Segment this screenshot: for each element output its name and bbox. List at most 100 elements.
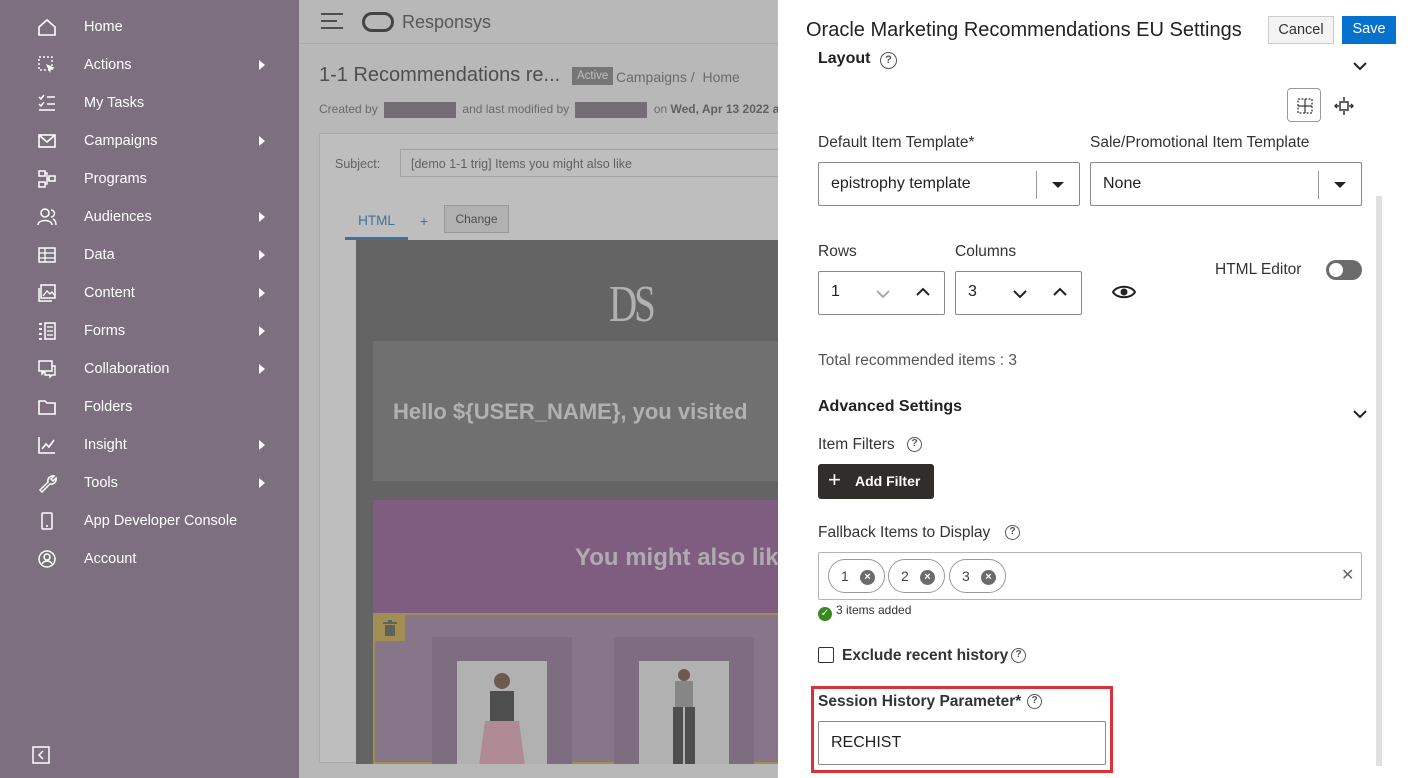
- toggle-knob: [1329, 263, 1343, 277]
- sidebar-item-label: My Tasks: [84, 95, 145, 111]
- sidebar-item-my-tasks[interactable]: My Tasks: [0, 84, 299, 122]
- home-icon: [38, 18, 56, 36]
- default-item-template-select[interactable]: epistrophy template: [818, 162, 1080, 206]
- sidebar-item-programs[interactable]: Programs: [0, 160, 299, 198]
- layout-heading: Layout: [818, 50, 871, 67]
- chevron-down-icon[interactable]: [1012, 288, 1028, 300]
- save-button[interactable]: Save: [1342, 16, 1396, 44]
- table-icon: [38, 247, 56, 263]
- remove-chip-icon[interactable]: ×: [981, 570, 996, 585]
- chevron-right-icon: [259, 212, 265, 222]
- html-editor-label: HTML Editor: [1215, 261, 1302, 278]
- sidebar-item-label: Actions: [84, 57, 132, 73]
- items-added-text: 3 items added: [836, 603, 912, 617]
- sidebar-item-account[interactable]: Account: [0, 540, 299, 578]
- chevron-right-icon: [259, 250, 265, 260]
- chevron-right-icon: [259, 364, 265, 374]
- help-icon[interactable]: ?: [880, 52, 897, 69]
- folder-icon: [38, 400, 56, 415]
- chevron-right-icon: [259, 326, 265, 336]
- remove-chip-icon[interactable]: ×: [920, 570, 935, 585]
- drawer-scrollbar[interactable]: [1376, 196, 1382, 766]
- caret-down-icon: [1052, 182, 1064, 188]
- chevron-up-icon[interactable]: [1052, 286, 1068, 298]
- eye-icon[interactable]: [1112, 283, 1136, 301]
- cancel-button[interactable]: Cancel: [1268, 16, 1334, 44]
- sidebar-item-label: Campaigns: [84, 133, 158, 149]
- exclude-history-label[interactable]: Exclude recent history: [842, 647, 1008, 665]
- help-icon[interactable]: ?: [1011, 648, 1026, 663]
- image-icon: [38, 284, 56, 302]
- chip-label: 3: [962, 568, 970, 584]
- sidebar-item-label: App Developer Console: [84, 513, 238, 529]
- sidebar-item-data[interactable]: Data: [0, 236, 299, 274]
- select-divider: [1318, 171, 1319, 199]
- sidebar-item-label: Tools: [84, 475, 118, 491]
- sidebar-item-forms[interactable]: Forms: [0, 312, 299, 350]
- chevron-right-icon: [259, 478, 265, 488]
- chevron-up-icon[interactable]: [915, 286, 931, 298]
- wrench-icon: [38, 475, 57, 493]
- sidebar-item-actions[interactable]: Actions: [0, 46, 299, 84]
- fit-width-icon[interactable]: [1334, 96, 1354, 116]
- plus-icon: +: [828, 467, 841, 492]
- account-circle-icon: [38, 550, 56, 568]
- sale-item-template-select[interactable]: None: [1090, 162, 1362, 206]
- cursor-select-icon: [38, 56, 55, 73]
- tasks-list-icon: [38, 94, 55, 111]
- grid-layout-icon: [1297, 98, 1313, 114]
- fallback-items-input[interactable]: 1 × 2 × 3 × ✕: [818, 552, 1362, 600]
- sidebar-item-collaboration[interactable]: Collaboration: [0, 350, 299, 388]
- grid-layout-button[interactable]: [1287, 88, 1321, 122]
- clear-all-icon[interactable]: ✕: [1341, 565, 1354, 585]
- sidebar-item-audiences[interactable]: Audiences: [0, 198, 299, 236]
- default-item-template-label: Default Item Template*: [818, 134, 975, 151]
- chevron-right-icon: [259, 136, 265, 146]
- sidebar-item-label: Collaboration: [84, 361, 170, 377]
- caret-down-icon: [1334, 182, 1346, 188]
- columns-value: 3: [968, 283, 977, 300]
- fallback-items-label: Fallback Items to Display: [818, 524, 991, 541]
- sidebar-item-label: Account: [84, 551, 137, 567]
- exclude-history-checkbox[interactable]: [818, 647, 834, 663]
- sidebar-item-label: Insight: [84, 437, 127, 453]
- rows-stepper[interactable]: 1: [818, 271, 945, 315]
- add-filter-button[interactable]: + Add Filter: [818, 464, 934, 499]
- people-icon: [37, 208, 57, 226]
- total-recommended-items: Total recommended items : 3: [818, 352, 1018, 369]
- items-added-status: ✓ 3 items added: [818, 603, 911, 621]
- envelope-icon: [38, 134, 56, 148]
- chart-icon: [38, 437, 55, 454]
- sidebar-item-label: Data: [84, 247, 115, 263]
- html-editor-toggle[interactable]: [1326, 260, 1362, 280]
- chip-label: 1: [841, 568, 849, 584]
- sidebar-item-label: Content: [84, 285, 135, 301]
- sidebar-item-app-developer-console[interactable]: App Developer Console: [0, 502, 299, 540]
- remove-chip-icon[interactable]: ×: [860, 570, 875, 585]
- chevron-right-icon: [259, 440, 265, 450]
- help-icon[interactable]: ?: [1027, 694, 1042, 709]
- fallback-chip: 1 ×: [828, 559, 885, 593]
- sidebar-item-campaigns[interactable]: Campaigns: [0, 122, 299, 160]
- sidebar-item-folders[interactable]: Folders: [0, 388, 299, 426]
- session-history-input[interactable]: RECHIST: [818, 721, 1106, 765]
- sidebar-item-content[interactable]: Content: [0, 274, 299, 312]
- columns-stepper[interactable]: 3: [955, 271, 1082, 315]
- advanced-settings-heading: Advanced Settings: [818, 398, 963, 415]
- chat-icon: [38, 360, 56, 379]
- sidebar-item-insight[interactable]: Insight: [0, 426, 299, 464]
- sidebar-item-tools[interactable]: Tools: [0, 464, 299, 502]
- chevron-down-icon[interactable]: [875, 288, 891, 300]
- help-icon[interactable]: ?: [907, 437, 922, 452]
- fallback-chip: 3 ×: [949, 559, 1006, 593]
- sidebar-item-home[interactable]: Home: [0, 8, 299, 46]
- sale-item-template-label: Sale/Promotional Item Template: [1090, 134, 1310, 151]
- columns-label: Columns: [955, 243, 1017, 260]
- help-icon[interactable]: ?: [1005, 525, 1020, 540]
- sidebar-item-label: Audiences: [84, 209, 152, 225]
- left-navigation: Home Actions My Tasks Campaigns Programs Audi…: [0, 0, 299, 778]
- sidebar-item-label: Forms: [84, 323, 126, 339]
- collapse-sidebar-icon[interactable]: [32, 746, 50, 764]
- chevron-down-icon[interactable]: [1352, 60, 1368, 72]
- chevron-down-icon[interactable]: [1352, 408, 1368, 420]
